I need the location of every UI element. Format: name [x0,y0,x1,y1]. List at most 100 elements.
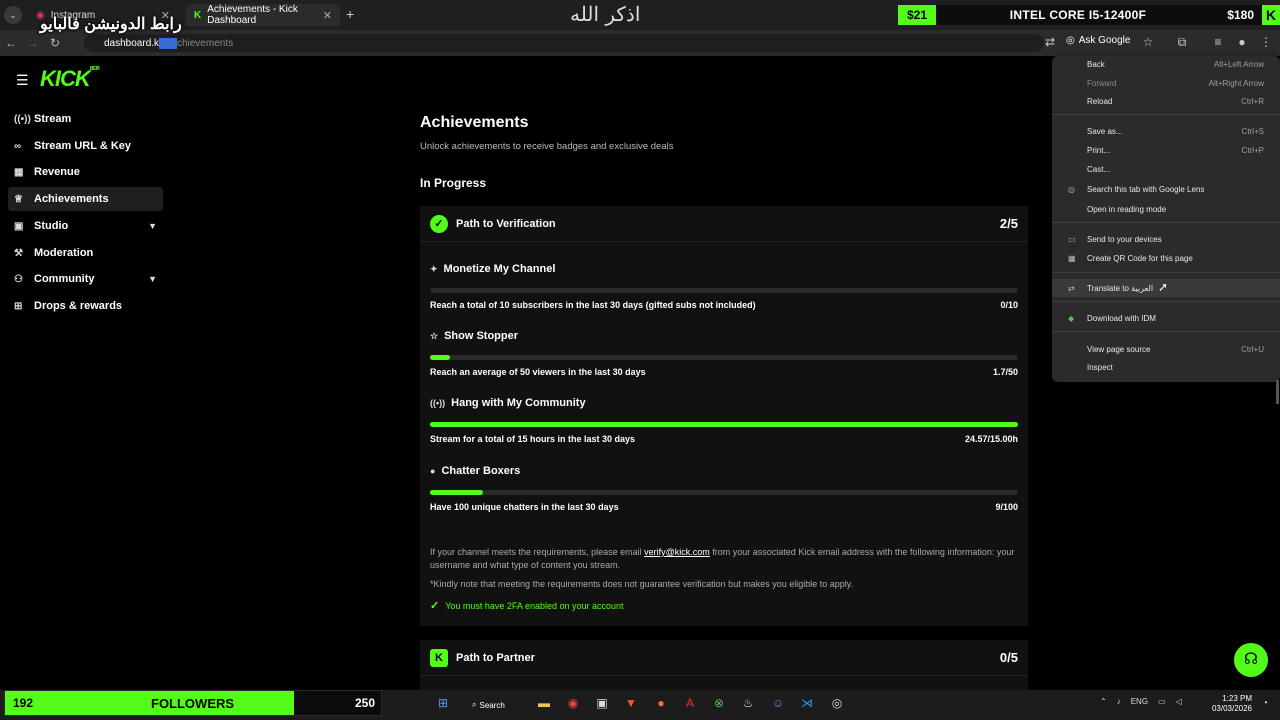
chart-icon: ▦ [14,166,24,178]
followers-progress-fill [5,691,294,715]
hamburger-menu-icon[interactable]: ☰ [16,72,29,89]
brave-icon[interactable]: ▼ [622,696,640,712]
search-icon: ⌕ [472,700,477,709]
menu-item-cast[interactable]: Cast... [1052,160,1280,178]
menu-separator [1052,301,1280,302]
discord-icon[interactable]: ☺ [769,696,787,712]
mouse-cursor-icon: ➚ [1158,280,1169,294]
scrollbar[interactable] [1276,380,1279,404]
close-tab-icon[interactable]: ✕ [323,9,332,22]
translate-icon[interactable]: ⇄ [1042,35,1058,51]
steam-icon[interactable]: ♨ [739,696,757,712]
stream-icon: ((•)) [14,113,31,125]
verification-note: *Kindly note that meeting the requiremen… [430,579,854,589]
notifications-icon[interactable]: ◔ [1262,698,1268,709]
sidebar-item-community[interactable]: ⚇ Community ▼ [8,267,163,291]
sparkle-icon: ✦ [430,263,438,274]
achievement-title: ● Chatter Boxers [430,465,521,477]
extensions-icon[interactable]: ⧉ [1174,35,1190,51]
hammer-icon: ⚒ [14,247,23,259]
menu-separator [1052,272,1280,273]
language-indicator[interactable]: ENG [1131,697,1148,706]
progress-fill [430,490,483,495]
profile-icon[interactable]: ● [1234,35,1250,51]
system-tray: ⌃ ♪ ENG ▭ ◁ [1100,697,1182,706]
taskbar-search[interactable]: ⌕ Search [472,696,524,714]
xbox-icon[interactable]: ⊗ [710,696,728,712]
menu-separator [1052,222,1280,223]
menu-item-reading-mode[interactable]: Open in reading mode [1052,200,1280,218]
card-header[interactable]: ✓ Path to Verification 2/5 [420,206,1028,242]
sidebar-item-stream[interactable]: ((•)) Stream [8,107,163,131]
achievement-title: ((•)) Hang with My Community [430,397,586,409]
trophy-icon: ♕ [14,193,23,205]
kick-badge-icon: K [430,648,448,667]
chevron-up-icon[interactable]: ⌃ [1100,697,1107,706]
broadcast-icon: ((•)) [430,398,446,408]
microphone-icon[interactable]: ♪ [1117,697,1121,706]
lens-icon: ◎ [1066,35,1075,46]
menu-item-reload[interactable]: Reload Ctrl+R [1052,92,1280,110]
progress-bar [430,490,1018,495]
acrobat-icon[interactable]: A [681,696,699,712]
kick-logo[interactable]: KICKBETA [40,66,100,92]
taskbar-clock[interactable]: 1:23 PM 03/03/2026 [1206,694,1252,714]
menu-separator [1052,331,1280,332]
firefox-icon[interactable]: ● [652,696,670,712]
chevron-down-icon[interactable]: ▼ [148,274,157,284]
menu-item-qr-code[interactable]: ▦ Create QR Code for this page [1052,249,1280,267]
idm-icon: ◆ [1068,313,1075,323]
media-icon[interactable]: ≡ [1210,35,1226,51]
back-icon[interactable]: ← [0,36,22,50]
sidebar-item-moderation[interactable]: ⚒ Moderation [8,241,163,265]
achievement-title: ☆ Show Stopper [430,330,519,342]
star-person-icon: ☆ [430,330,439,341]
store-icon[interactable]: ▣ [593,696,611,712]
lens-icon: ◎ [1068,184,1075,194]
reload-icon[interactable]: ↻ [44,36,66,50]
sidebar-item-achievements[interactable]: ♕ Achievements [8,187,163,211]
progress-fill [430,355,450,360]
network-icon[interactable]: ▭ [1158,697,1166,706]
menu-item-print[interactable]: Print... Ctrl+P [1052,141,1280,159]
tab-search-icon[interactable]: ⌄ [4,6,22,24]
obs-icon[interactable]: ◎ [828,696,846,712]
ask-google-button[interactable]: ◎ Ask Google [1066,35,1130,46]
tab-achievements[interactable]: K Achievements - Kick Dashboard ✕ [186,4,340,26]
menu-item-google-lens[interactable]: ◎ Search this tab with Google Lens [1052,180,1280,198]
forward-icon[interactable]: → [22,36,44,50]
verification-info: If your channel meets the requirements, … [430,547,1015,570]
progress-bar [430,288,1018,293]
menu-item-idm[interactable]: ◆ Download with IDM [1052,309,1280,327]
devices-icon: ▭ [1068,234,1076,244]
menu-kebab-icon[interactable]: ⋮ [1258,35,1274,51]
kick-mark: K [1262,5,1280,25]
sidebar-item-studio[interactable]: ▣ Studio ▼ [8,214,163,238]
bookmark-star-icon[interactable]: ☆ [1140,35,1156,51]
chevron-down-icon[interactable]: ▼ [148,221,157,231]
verified-badge-icon: ✓ [430,214,448,233]
menu-item-back[interactable]: Back Alt+Left Arrow [1052,55,1280,73]
sidebar-item-stream-url-key[interactable]: ∞ Stream URL & Key [8,134,163,158]
verify-email-link[interactable]: verify@kick.com [644,547,710,557]
menu-item-send-to-devices[interactable]: ▭ Send to your devices [1052,230,1280,248]
menu-item-inspect[interactable]: Inspect [1052,358,1280,376]
sidebar-item-drops-rewards[interactable]: ⊞ Drops & rewards [8,294,163,318]
partner-card: K Path to Partner 0/5 [420,640,1028,690]
kick-favicon-icon: K [194,9,202,21]
link-icon: ∞ [14,140,22,152]
file-explorer-icon[interactable]: ▬ [535,696,553,712]
sidebar-item-revenue[interactable]: ▦ Revenue [8,160,163,184]
card-header[interactable]: K Path to Partner 0/5 [420,640,1028,676]
windows-start-icon[interactable]: ⊞ [434,696,452,712]
menu-item-view-source[interactable]: View page source Ctrl+U [1052,340,1280,358]
donation-link-text: رابط الدونيشن فالبايو [40,16,182,33]
volume-icon[interactable]: ◁ [1176,697,1182,706]
menu-item-forward[interactable]: Forward Alt+Right Arrow [1052,74,1280,92]
vscode-icon[interactable]: ⋊ [798,696,816,712]
url-input[interactable]: dashboard.k chievements [84,34,1044,52]
new-tab-icon[interactable]: + [346,6,354,22]
chrome-icon[interactable]: ◉ [564,696,582,712]
help-chat-icon[interactable]: ☊ [1234,643,1268,677]
menu-item-save-as[interactable]: Save as... Ctrl+S [1052,122,1280,140]
